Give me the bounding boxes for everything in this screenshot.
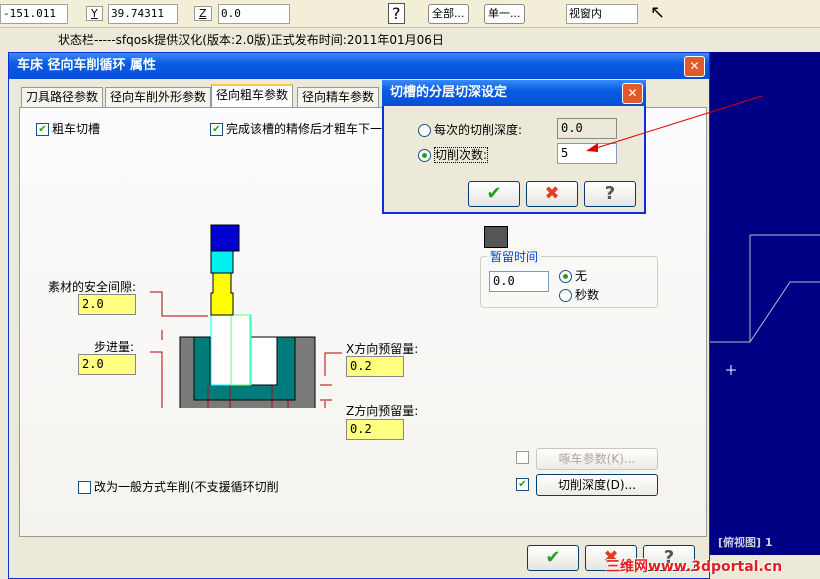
peck-checkbox[interactable] (516, 451, 529, 464)
x-stock-label: X方向预留量: (346, 342, 419, 356)
status-bar: 状态栏-----sfqosk提供汉化(版本:2.0版)正式发布时间:2011年0… (0, 28, 820, 52)
close-icon[interactable]: ✕ (622, 83, 643, 104)
num-cuts-input[interactable]: 5 (557, 143, 617, 164)
step-label: 步进量: (94, 340, 135, 354)
help-icon[interactable]: ? (388, 3, 405, 24)
sub-help-button[interactable]: ? (584, 181, 636, 207)
ok-button[interactable]: ✔ (527, 545, 579, 571)
graphics-viewport[interactable]: [俯视图] 1 (710, 52, 820, 555)
sub-cancel-button[interactable]: ✖ (526, 181, 578, 207)
depth-cut-checkbox[interactable]: ✔ (516, 478, 529, 491)
step-input[interactable]: 2.0 (78, 354, 136, 375)
num-cuts-radio[interactable]: 切削次数: (418, 146, 489, 163)
tool-preview-icon (484, 226, 508, 248)
dwell-seconds-radio[interactable]: 秒数 (559, 286, 599, 303)
subdialog-title: 切槽的分层切深设定 (382, 80, 646, 106)
question-icon: ? (604, 183, 616, 204)
dwell-group: 暂留时间 0.0 无 秒数 (480, 248, 658, 308)
sub-ok-button[interactable]: ✔ (468, 181, 520, 207)
dialog-title: 车床 径向车削循环 属性 (9, 53, 709, 79)
dwell-label: 暂留时间 (487, 248, 542, 265)
cursor-icon[interactable]: ↖ (650, 2, 665, 23)
depth-settings-dialog: 切槽的分层切深设定 ✕ 每次的切削深度: 0.0 切削次数: 5 ✔ ✖ ? (382, 80, 646, 214)
watermark: 三维网www.3dportal.cn (606, 559, 783, 575)
close-icon[interactable]: ✕ (684, 56, 705, 77)
dwell-none-radio[interactable]: 无 (559, 267, 587, 284)
safety-clearance-input[interactable]: 2.0 (78, 294, 136, 315)
x-icon: ✖ (544, 183, 560, 204)
tab-finish[interactable]: 径向精车参数 (297, 87, 380, 107)
toolbar: -151.011 Y 39.74311 Z 0.0 ? 全部... 单一... … (0, 0, 820, 28)
single-button[interactable]: 单一... (484, 4, 525, 24)
z-coordinate-field[interactable]: 0.0 (218, 4, 290, 24)
safety-clearance-label: 素材的安全间隙: (48, 280, 137, 294)
all-button[interactable]: 全部... (428, 4, 469, 24)
peck-button[interactable]: 啄车参数(K)... (536, 448, 658, 470)
tab-profile[interactable]: 径向车削外形参数 (105, 87, 212, 107)
x-coordinate-field[interactable]: -151.011 (0, 4, 68, 24)
z-label: Z (194, 6, 212, 21)
z-stock-input[interactable]: 0.2 (346, 419, 404, 440)
viewport-geometry (710, 234, 820, 375)
dwell-input[interactable]: 0.0 (489, 271, 549, 292)
depth-cut-button[interactable]: 切削深度(D)... (536, 474, 658, 496)
tab-toolpath[interactable]: 刀具路径参数 (21, 87, 104, 107)
general-turning-checkbox[interactable]: 改为一般方式车削(不支援循环切削 (78, 478, 279, 495)
per-depth-radio[interactable]: 每次的切削深度: (418, 121, 522, 138)
x-stock-input[interactable]: 0.2 (346, 356, 404, 377)
view-label: [俯视图] 1 (718, 536, 773, 549)
check-icon: ✔ (545, 547, 561, 568)
per-depth-input[interactable]: 0.0 (557, 118, 617, 139)
view-select[interactable]: 视窗内 (566, 4, 638, 24)
y-coordinate-field[interactable]: 39.74311 (108, 4, 178, 24)
y-label: Y (86, 6, 103, 21)
z-stock-label: Z方向预留量: (346, 404, 419, 418)
check-icon: ✔ (486, 183, 502, 204)
tab-rough[interactable]: 径向粗车参数 (211, 84, 294, 108)
